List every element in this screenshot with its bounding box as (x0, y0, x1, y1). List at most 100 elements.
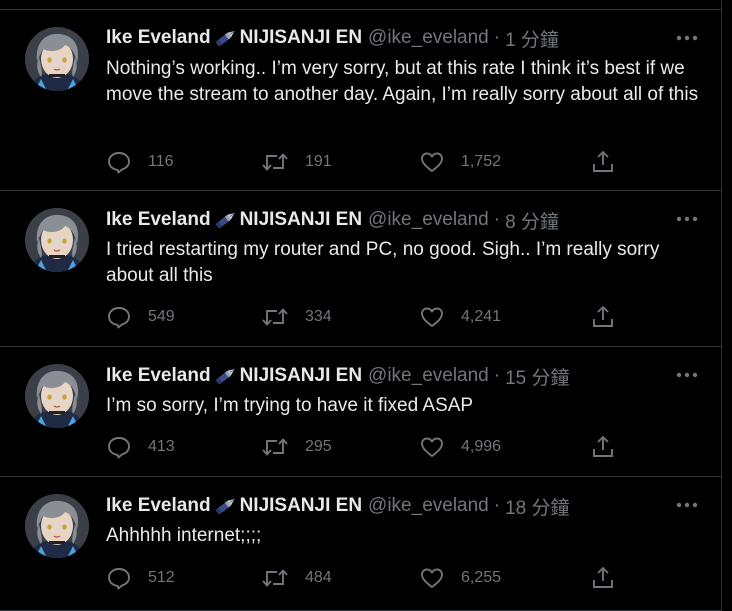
like-count: 1,752 (461, 153, 502, 170)
like-button[interactable]: 6,255 (419, 564, 501, 592)
like-count: 6,255 (461, 569, 502, 586)
share-button[interactable] (590, 433, 616, 461)
heart-icon (421, 568, 443, 588)
retweet-button[interactable]: 334 (261, 303, 332, 331)
tweet[interactable]: Ike Eveland NIJISANJI EN @ike_eveland · … (0, 191, 722, 347)
timestamp[interactable]: 1 分鐘 (505, 25, 559, 52)
avatar[interactable] (25, 494, 89, 558)
display-name[interactable]: Ike Eveland NIJISANJI EN (106, 27, 362, 49)
share-upload-icon (593, 306, 613, 327)
display-name-prefix: Ike Eveland (106, 495, 211, 516)
user-handle[interactable]: @ike_eveland (368, 27, 489, 49)
reply-count: 549 (148, 308, 175, 325)
retweet-icon (262, 438, 288, 456)
tweet-actions: 512 484 6,255 (106, 564, 626, 592)
separator-dot: · (493, 27, 501, 48)
retweet-count: 484 (305, 569, 332, 586)
reply-button[interactable]: 413 (106, 433, 175, 461)
retweet-icon (262, 569, 288, 587)
share-upload-icon (593, 151, 613, 172)
display-name-suffix: NIJISANJI EN (239, 495, 363, 516)
retweet-icon (262, 153, 288, 171)
tweet-text: Nothing’s working.. I’m very sorry, but … (106, 58, 699, 105)
more-options-button[interactable] (674, 209, 700, 229)
tweet-header: Ike Eveland NIJISANJI EN @ike_eveland · … (106, 25, 559, 52)
reply-bubble-icon (108, 568, 130, 590)
retweet-count: 334 (305, 308, 332, 325)
heart-icon (421, 152, 443, 172)
more-horizontal-icon (676, 35, 698, 41)
retweet-button[interactable]: 191 (261, 148, 332, 176)
avatar[interactable] (25, 27, 89, 91)
tweet[interactable]: Ike Eveland NIJISANJI EN @ike_eveland · … (0, 347, 722, 477)
display-name[interactable]: Ike Eveland NIJISANJI EN (106, 365, 362, 387)
display-name-prefix: Ike Eveland (106, 209, 211, 230)
retweet-count: 295 (305, 438, 332, 455)
heart-icon (421, 437, 443, 457)
avatar[interactable] (25, 208, 89, 272)
reply-count: 116 (148, 153, 174, 170)
display-name-suffix: NIJISANJI EN (239, 27, 363, 48)
timestamp[interactable]: 18 分鐘 (505, 493, 569, 520)
timeline: Ike Eveland NIJISANJI EN @ike_eveland · … (0, 0, 722, 611)
like-button[interactable]: 4,996 (419, 433, 501, 461)
display-name-suffix: NIJISANJI EN (239, 365, 363, 386)
share-upload-icon (593, 436, 613, 457)
display-name-suffix: NIJISANJI EN (239, 209, 363, 230)
retweet-button[interactable]: 295 (261, 433, 332, 461)
user-handle[interactable]: @ike_eveland (368, 209, 489, 231)
tweet-header: Ike Eveland NIJISANJI EN @ike_eveland · … (106, 363, 570, 390)
tweet-header: Ike Eveland NIJISANJI EN @ike_eveland · … (106, 493, 570, 520)
tweet-text: I’m so sorry, I’m trying to have it fixe… (106, 395, 474, 416)
retweet-icon (262, 308, 288, 326)
retweet-button[interactable]: 484 (261, 564, 332, 592)
like-button[interactable]: 4,241 (419, 303, 501, 331)
reply-bubble-icon (108, 437, 130, 459)
timestamp[interactable]: 8 分鐘 (505, 207, 559, 234)
display-name-prefix: Ike Eveland (106, 27, 211, 48)
like-button[interactable]: 1,752 (419, 148, 501, 176)
more-horizontal-icon (676, 502, 698, 508)
reply-button[interactable]: 116 (106, 148, 174, 176)
more-horizontal-icon (676, 372, 698, 378)
more-horizontal-icon (676, 216, 698, 222)
user-handle[interactable]: @ike_eveland (368, 495, 489, 517)
tweet-actions: 413 295 4,996 (106, 433, 626, 461)
like-count: 4,241 (461, 308, 502, 325)
more-options-button[interactable] (674, 365, 700, 385)
like-count: 4,996 (461, 438, 502, 455)
display-name[interactable]: Ike Eveland NIJISANJI EN (106, 209, 362, 231)
avatar[interactable] (25, 364, 89, 428)
retweet-count: 191 (305, 153, 332, 170)
tweet-actions: 116 191 1,752 (106, 148, 626, 176)
more-options-button[interactable] (674, 495, 700, 515)
reply-count: 413 (148, 438, 175, 455)
fountain-pen-emoji-icon (212, 365, 239, 387)
display-name[interactable]: Ike Eveland NIJISANJI EN (106, 495, 362, 517)
fountain-pen-emoji-icon (212, 495, 239, 517)
tweet[interactable]: Ike Eveland NIJISANJI EN @ike_eveland · … (0, 9, 722, 191)
heart-icon (421, 307, 443, 327)
reply-button[interactable]: 512 (106, 564, 175, 592)
tweet-header: Ike Eveland NIJISANJI EN @ike_eveland · … (106, 207, 559, 234)
tweet-text: I tried restarting my router and PC, no … (106, 239, 660, 286)
fountain-pen-emoji-icon (212, 27, 239, 49)
share-upload-icon (593, 567, 613, 588)
share-button[interactable] (590, 148, 616, 176)
separator-dot: · (493, 495, 501, 516)
more-options-button[interactable] (674, 28, 700, 48)
reply-count: 512 (148, 569, 175, 586)
share-button[interactable] (590, 303, 616, 331)
timestamp[interactable]: 15 分鐘 (505, 363, 569, 390)
tweet[interactable]: Ike Eveland NIJISANJI EN @ike_eveland · … (0, 477, 722, 611)
fountain-pen-emoji-icon (212, 209, 239, 231)
reply-bubble-icon (108, 152, 130, 174)
display-name-prefix: Ike Eveland (106, 365, 211, 386)
tweet-text: Ahhhhh internet;;;; (106, 525, 262, 546)
tweet-actions: 549 334 4,241 (106, 303, 626, 331)
reply-button[interactable]: 549 (106, 303, 175, 331)
share-button[interactable] (590, 564, 616, 592)
user-handle[interactable]: @ike_eveland (368, 365, 489, 387)
separator-dot: · (493, 209, 501, 230)
separator-dot: · (493, 365, 501, 386)
